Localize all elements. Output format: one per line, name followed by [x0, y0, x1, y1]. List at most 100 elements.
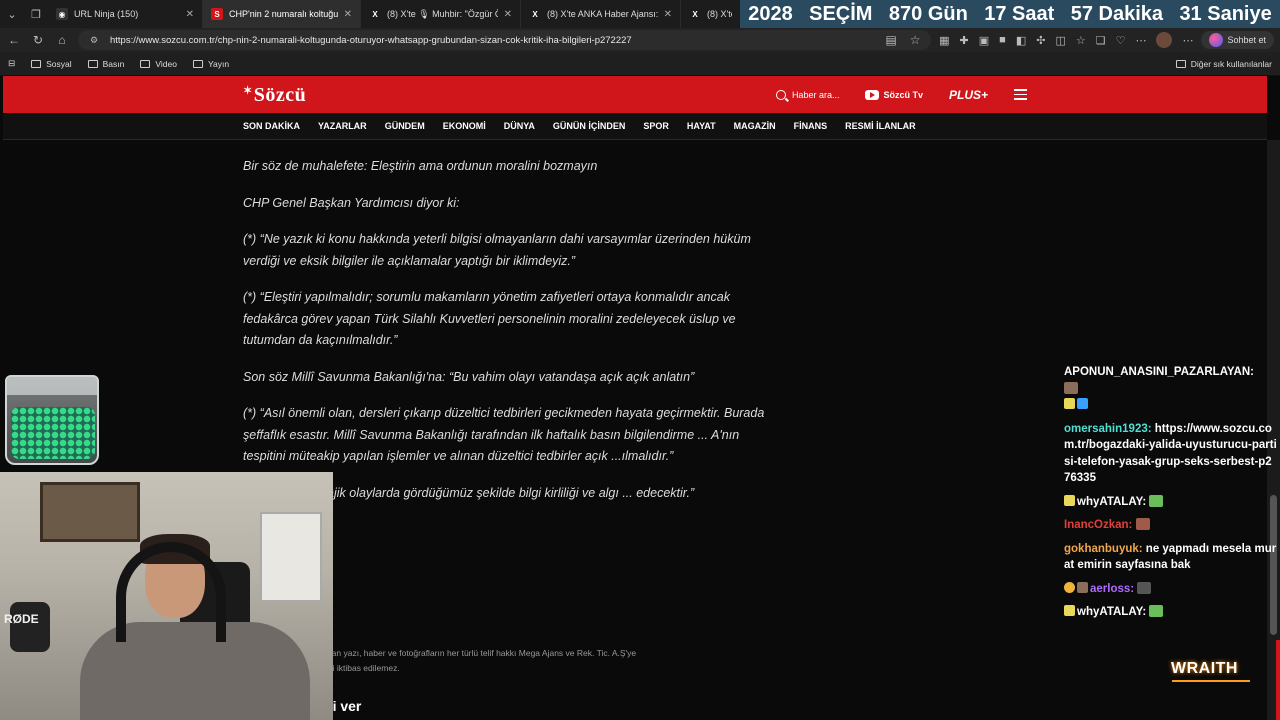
- nav-item-yazarlar[interactable]: YAZARLAR: [318, 121, 367, 131]
- nav-item-son-dakika[interactable]: SON DAKİKA: [243, 121, 300, 131]
- tab-title: (8) X'te İll: [707, 9, 732, 19]
- bookmark-label: Diğer sık kullanılanlar: [1190, 58, 1272, 69]
- reload-icon[interactable]: ↻: [30, 33, 46, 47]
- bookmark-folder[interactable]: Yayın: [192, 58, 230, 69]
- badge-icon: [1077, 581, 1088, 593]
- bookmark-label: Video: [155, 58, 177, 69]
- browser-tab[interactable]: X (8) X'te ANKA Haber Ajansı: "CHP ✕: [521, 0, 681, 28]
- chat-message: APONUN_ANASINI_PAZARLAYAN:: [1064, 364, 1278, 414]
- site-info-icon[interactable]: ⚙: [86, 35, 102, 46]
- nav-item-dunya[interactable]: DÜNYA: [504, 121, 535, 131]
- more-icon[interactable]: ⋯: [1135, 34, 1146, 47]
- folder-icon: [140, 59, 151, 68]
- bookmark-folder[interactable]: Video: [140, 59, 177, 69]
- nav-item-ekonomi[interactable]: EKONOMİ: [443, 121, 486, 131]
- nav-item-finans[interactable]: FİNANS: [794, 121, 828, 131]
- other-bookmarks[interactable]: Diğer sık kullanılanlar: [1175, 58, 1272, 69]
- category-nav: SON DAKİKA YAZARLAR GÜNDEM EKONOMİ DÜNYA…: [3, 113, 1267, 140]
- nav-item-spor[interactable]: SPOR: [643, 121, 669, 131]
- immersive-reader-icon[interactable]: ▤: [883, 33, 899, 47]
- extension-icon[interactable]: ✚: [960, 34, 969, 47]
- countdown-hours: 17 Saat: [984, 2, 1055, 25]
- menu-dots-icon[interactable]: ⋯: [1182, 34, 1193, 47]
- extensions-puzzle-icon[interactable]: ✣: [1036, 34, 1045, 47]
- nav-item-gundem[interactable]: GÜNDEM: [385, 121, 425, 131]
- split-screen-icon[interactable]: ◫: [1055, 34, 1065, 47]
- site-header: ✶Sözcü Haber ara... Sözcü Tv PLUS+: [3, 76, 1267, 113]
- article-body: Bir söz de muhalefete: Eleştirin ama ord…: [243, 140, 773, 504]
- extension-icon[interactable]: ▣: [979, 34, 989, 47]
- search-button[interactable]: Haber ara...: [775, 89, 839, 100]
- chat-message: whyATALAY:: [1064, 604, 1278, 621]
- tab-title: (8) X'te ANKA Haber Ajansı: "CHP: [547, 9, 658, 19]
- countdown-seconds: 31 Saniye: [1179, 2, 1272, 25]
- nav-item-gunun-icinden[interactable]: GÜNÜN İÇİNDEN: [553, 121, 626, 131]
- extension-icon[interactable]: ◧: [1016, 34, 1026, 47]
- back-icon[interactable]: ←: [6, 33, 22, 47]
- countdown-days: 870 Gün: [888, 2, 968, 25]
- logo-text: Sözcü: [253, 84, 307, 106]
- election-countdown: 2028 SEÇİM 870 Gün 17 Saat 57 Dakika 31 …: [740, 0, 1280, 28]
- bookmark-folder[interactable]: Sosyal: [31, 59, 72, 69]
- extension-icon[interactable]: ■: [999, 34, 1006, 46]
- home-icon[interactable]: ⌂: [54, 33, 70, 47]
- tab-title: (8) X'te 🎙 Muhbir: "Özgür Özel, A: [387, 8, 498, 19]
- emote-icon: [1064, 381, 1078, 394]
- emote-icon: [1137, 581, 1152, 594]
- site-logo[interactable]: ✶Sözcü: [243, 84, 306, 107]
- browser-tab[interactable]: ◉ URL Ninja (150) ✕: [48, 0, 203, 28]
- streamer-webcam: RØDE: [0, 472, 333, 720]
- countdown-minutes: 57 Dakika: [1070, 2, 1164, 25]
- header-actions: Haber ara... Sözcü Tv PLUS+: [775, 76, 1027, 113]
- close-tab-icon[interactable]: ✕: [664, 9, 672, 20]
- article-paragraph: (*) “Eleştiri yapılmalıdır; sorumlu maka…: [243, 290, 736, 347]
- chat-username: APONUN_ANASINI_PAZARLAYAN:: [1064, 366, 1254, 378]
- logo-star-icon: ✶: [243, 85, 253, 97]
- nav-item-resmi-ilanlar[interactable]: RESMİ İLANLAR: [845, 121, 916, 131]
- chat-message: omersahin1923: https://www.sozcu.com.tr/…: [1064, 421, 1278, 487]
- url-text: https://www.sozcu.com.tr/chp-nin-2-numar…: [110, 34, 632, 46]
- copilot-chat-button[interactable]: Sohbet et: [1201, 31, 1274, 49]
- hamburger-menu-icon[interactable]: [1014, 89, 1027, 100]
- favorite-star-icon[interactable]: ☆: [907, 33, 923, 47]
- tab-title: CHP'nin 2 numaralı koltuğunda ot: [229, 9, 338, 19]
- browser-essentials-icon[interactable]: ♡: [1116, 34, 1126, 47]
- profile-avatar[interactable]: [1156, 32, 1173, 48]
- workspaces-icon[interactable]: ❐: [24, 0, 48, 28]
- browser-tab-active[interactable]: S CHP'nin 2 numaralı koltuğunda ot ✕: [203, 0, 361, 28]
- chat-button-label: Sohbet et: [1227, 35, 1266, 45]
- collections-icon[interactable]: ❏: [1096, 34, 1106, 47]
- countdown-label: SEÇİM: [809, 2, 873, 25]
- bookmark-label: Yayın: [207, 58, 230, 69]
- close-tab-icon[interactable]: ✕: [344, 9, 352, 20]
- browser-tab[interactable]: X (8) X'te İll: [681, 0, 741, 28]
- tab-list-chevron-icon[interactable]: ⌄: [0, 0, 24, 28]
- sozcu-tv-link[interactable]: Sözcü Tv: [865, 89, 923, 100]
- article-paragraph: Son söz Millî Savunma Bakanlığı'na: “Bu …: [243, 369, 695, 384]
- plus-link[interactable]: PLUS+: [949, 88, 988, 102]
- bookmark-folder[interactable]: Basın: [87, 59, 124, 69]
- chat-message: aerloss:: [1064, 581, 1278, 598]
- overlay-edge: [1276, 640, 1280, 720]
- reading-list-icon[interactable]: ⊟: [8, 58, 15, 69]
- stream-chat-overlay: APONUN_ANASINI_PAZARLAYAN: omersahin1923…: [1064, 364, 1278, 628]
- close-tab-icon[interactable]: ✕: [186, 9, 194, 20]
- badge-icon: [1077, 398, 1088, 409]
- favorites-icon[interactable]: ☆: [1076, 34, 1086, 47]
- badge-icon: [1064, 398, 1075, 409]
- emote-icon: [1149, 494, 1164, 507]
- x-icon: X: [532, 9, 538, 19]
- chat-username: gokhanbuyuk:: [1064, 542, 1143, 555]
- extension-icon[interactable]: ▦: [939, 34, 949, 47]
- sponsor-underline: [1172, 680, 1250, 682]
- close-tab-icon[interactable]: ✕: [504, 9, 512, 20]
- whiteboard: [260, 512, 322, 602]
- chat-username: InancOzkan:: [1064, 519, 1133, 531]
- bookmark-label: Sosyal: [46, 58, 72, 69]
- nav-item-hayat[interactable]: HAYAT: [687, 121, 716, 131]
- article-paragraph: (*) “Ne yazık ki konu hakkında yeterli b…: [243, 232, 751, 268]
- nav-item-magazin[interactable]: MAGAZİN: [734, 121, 776, 131]
- extensions-toolbar: ▦ ✚ ▣ ■ ◧ ✣ ◫ ☆ ❏ ♡ ⋯ ⋯: [939, 32, 1193, 48]
- browser-tab[interactable]: X (8) X'te 🎙 Muhbir: "Özgür Özel, A ✕: [361, 0, 521, 28]
- url-field[interactable]: ⚙ https://www.sozcu.com.tr/chp-nin-2-num…: [78, 30, 932, 50]
